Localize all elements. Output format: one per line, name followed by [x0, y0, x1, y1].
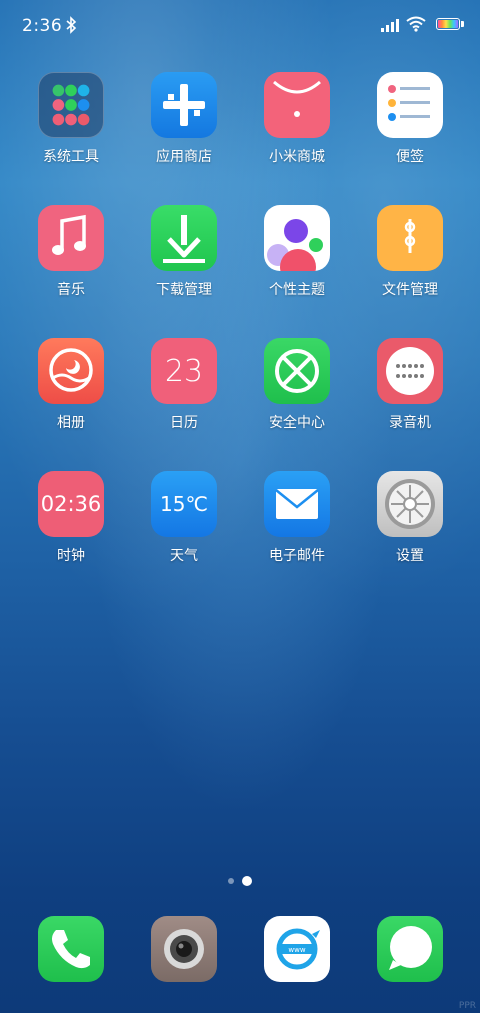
folder-icon	[38, 72, 104, 138]
gallery-icon	[38, 338, 104, 404]
clock-time: 02:36	[40, 492, 102, 516]
app-themes[interactable]: 个性主题	[247, 205, 347, 315]
clock-icon: 02:36	[38, 471, 104, 537]
page-dot-1[interactable]	[228, 877, 234, 884]
app-label: 电子邮件	[269, 548, 325, 564]
camera-icon	[164, 929, 204, 969]
wifi-icon	[406, 16, 426, 32]
status-bar: 2:36	[0, 0, 480, 52]
app-label: 文件管理	[382, 282, 438, 298]
app-mi-store[interactable]: 小米商城	[247, 72, 347, 182]
dock-camera[interactable]	[151, 916, 217, 982]
app-file-manager[interactable]: 文件管理	[360, 205, 460, 315]
app-calendar[interactable]: 23 日历	[134, 338, 234, 448]
app-label: 安全中心	[269, 415, 325, 431]
app-email[interactable]: 电子邮件	[247, 471, 347, 581]
app-label: 下载管理	[156, 282, 212, 298]
messages-icon	[389, 926, 432, 970]
mi-store-icon	[264, 72, 330, 138]
app-store-icon	[151, 72, 217, 138]
signal-icon	[381, 19, 399, 32]
app-gallery[interactable]: 相册	[21, 338, 121, 448]
calendar-icon: 23	[151, 338, 217, 404]
music-icon	[38, 205, 104, 271]
app-label: 便签	[396, 149, 424, 165]
recorder-icon	[377, 338, 443, 404]
dock-phone[interactable]	[38, 916, 104, 982]
calendar-day: 23	[164, 353, 204, 389]
app-download-manager[interactable]: 下载管理	[134, 205, 234, 315]
browser-www-text: www	[288, 946, 305, 954]
app-music[interactable]: 音乐	[21, 205, 121, 315]
app-weather[interactable]: 15℃ 天气	[134, 471, 234, 581]
app-recorder[interactable]: 录音机	[360, 338, 460, 448]
app-label: 时钟	[57, 548, 85, 564]
app-store[interactable]: 应用商店	[134, 72, 234, 182]
app-label: 系统工具	[43, 149, 99, 165]
security-icon	[264, 338, 330, 404]
bluetooth-icon	[66, 16, 77, 34]
app-label: 应用商店	[156, 149, 212, 165]
app-label: 小米商城	[269, 149, 325, 165]
app-label: 录音机	[389, 415, 431, 431]
settings-icon	[377, 471, 443, 537]
status-time: 2:36	[22, 16, 63, 36]
app-label: 天气	[170, 548, 198, 564]
app-label: 个性主题	[269, 282, 325, 298]
battery-icon	[436, 18, 460, 30]
page-dot-2[interactable]	[242, 875, 252, 886]
page-indicator[interactable]	[0, 870, 480, 889]
app-notes[interactable]: 便签	[360, 72, 460, 182]
app-security-center[interactable]: 安全中心	[247, 338, 347, 448]
browser-icon: www	[276, 928, 320, 970]
watermark: PPR	[458, 1001, 476, 1011]
phone-icon	[52, 930, 90, 969]
app-label: 相册	[57, 415, 85, 431]
weather-icon: 15℃	[151, 471, 217, 537]
weather-temperature: 15℃	[160, 492, 208, 516]
email-icon	[264, 471, 330, 537]
app-label: 日历	[170, 415, 198, 431]
app-system-tools[interactable]: 系统工具	[21, 72, 121, 182]
dock-messages[interactable]	[377, 916, 443, 982]
dock-browser[interactable]: www	[264, 916, 330, 982]
download-icon	[151, 205, 217, 271]
app-clock[interactable]: 02:36 时钟	[21, 471, 121, 581]
app-label: 音乐	[57, 282, 85, 298]
notes-icon	[377, 72, 443, 138]
app-label: 设置	[396, 548, 424, 564]
themes-icon	[264, 205, 330, 271]
app-settings[interactable]: 设置	[360, 471, 460, 581]
file-manager-icon	[377, 205, 443, 271]
